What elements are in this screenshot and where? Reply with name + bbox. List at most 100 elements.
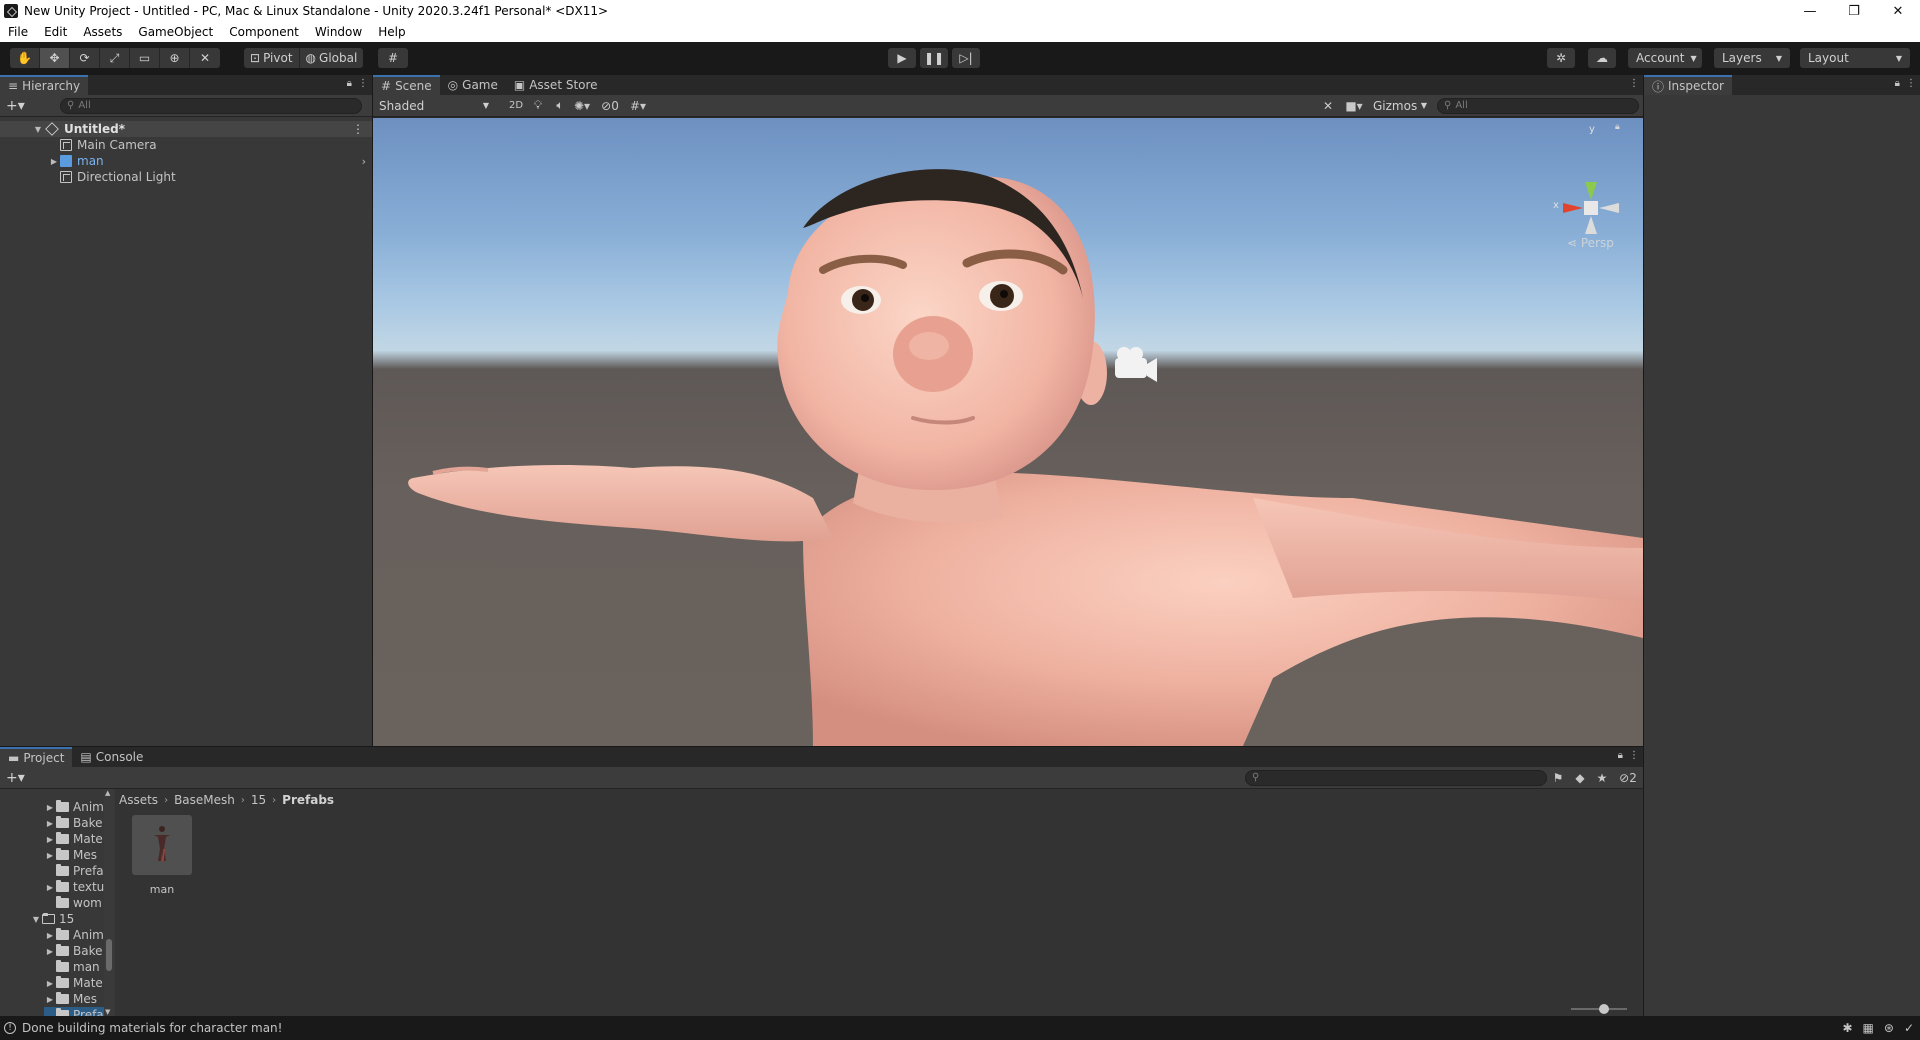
menu-assets[interactable]: Assets xyxy=(75,25,130,39)
tab-scene[interactable]: # Scene xyxy=(373,75,440,95)
menu-gameobject[interactable]: GameObject xyxy=(130,25,221,39)
search-by-type-icon[interactable]: ⚑ xyxy=(1547,771,1569,785)
rotate-tool-icon[interactable]: ⟳ xyxy=(70,48,100,68)
collab-icon[interactable]: ✲ xyxy=(1547,48,1575,68)
expand-caret-icon[interactable]: ▶ xyxy=(44,979,56,988)
custom-tool-icon[interactable]: ✕ xyxy=(190,48,220,68)
hidden-objects-toggle[interactable]: ⊘0 xyxy=(593,99,627,113)
expand-caret-icon[interactable]: ▶ xyxy=(44,883,56,892)
breadcrumb-15[interactable]: 15 xyxy=(251,793,266,807)
slider-knob[interactable] xyxy=(1599,1004,1609,1014)
gizmos-dropdown[interactable]: Gizmos ▼ xyxy=(1369,96,1431,115)
scene-search-input[interactable]: ⚲ All xyxy=(1437,97,1639,114)
pivot-toggle[interactable]: ⊡ Pivot xyxy=(244,48,300,68)
scene-root-row[interactable]: ▼ Untitled* ⋮ xyxy=(0,121,372,137)
kebab-menu-icon[interactable]: ⋮ xyxy=(1629,78,1639,89)
hierarchy-search-input[interactable]: ⚲ All xyxy=(60,97,362,114)
layers-dropdown[interactable]: Layers ▼ xyxy=(1714,48,1790,68)
gizmo-lock-icon[interactable]: 🔒︎ xyxy=(1615,122,1620,132)
account-dropdown[interactable]: Account ▼ xyxy=(1628,48,1702,68)
cache-server-icon[interactable]: ▦ xyxy=(1863,1021,1874,1035)
play-button-icon[interactable]: ▶ xyxy=(888,48,916,68)
favorites-star-icon[interactable]: ★ xyxy=(1591,771,1613,785)
expand-caret-icon[interactable]: ▶ xyxy=(44,995,56,1004)
search-by-label-icon[interactable]: ◆ xyxy=(1569,771,1591,785)
lock-icon[interactable]: 🔒︎ xyxy=(347,78,352,89)
expand-caret-icon[interactable]: ▶ xyxy=(44,835,56,844)
menu-edit[interactable]: Edit xyxy=(36,25,75,39)
folder-tree-scrollbar[interactable]: ▲ ▼ xyxy=(104,789,114,1016)
create-dropdown[interactable]: +▾ xyxy=(0,98,30,114)
scene-viewport[interactable]: y x 🔒︎ ⋖ Persp xyxy=(373,118,1643,746)
tab-console[interactable]: ▤ Console xyxy=(72,747,151,767)
toggle-2d-button[interactable]: 2D xyxy=(505,100,527,111)
scrollbar-thumb[interactable] xyxy=(106,939,112,971)
scale-tool-icon[interactable]: ⤢ xyxy=(100,48,130,68)
tab-asset-store[interactable]: ▣ Asset Store xyxy=(506,75,606,95)
audio-toggle-icon[interactable]: 🔈︎ xyxy=(549,98,571,113)
expand-caret-icon[interactable]: ▶ xyxy=(44,819,56,828)
cloud-icon[interactable]: ☁ xyxy=(1588,48,1616,68)
layout-dropdown[interactable]: Layout ▼ xyxy=(1800,48,1910,68)
debug-bug-icon[interactable]: ✱ xyxy=(1842,1021,1852,1035)
lighting-toggle-icon[interactable]: 💡︎ xyxy=(527,98,549,113)
minimize-button[interactable]: — xyxy=(1788,0,1832,22)
grid-snap-icon[interactable]: # xyxy=(378,48,408,68)
shading-mode-dropdown[interactable]: Shaded ▼ xyxy=(375,96,493,115)
expand-caret-icon[interactable]: ▶ xyxy=(44,803,56,812)
menu-component[interactable]: Component xyxy=(221,25,307,39)
maximize-button[interactable]: ❐ xyxy=(1832,0,1876,22)
lock-icon[interactable]: 🔒︎ xyxy=(1895,78,1900,89)
project-search-input[interactable]: ⚲ xyxy=(1245,769,1547,786)
close-button[interactable]: ✕ xyxy=(1876,0,1920,22)
auto-generate-lighting-icon[interactable]: ⊛ xyxy=(1884,1021,1894,1035)
scroll-up-icon[interactable]: ▲ xyxy=(105,789,110,797)
tools-icon[interactable]: ✕ xyxy=(1317,99,1339,113)
breadcrumb-basemesh[interactable]: BaseMesh xyxy=(174,793,235,807)
rect-tool-icon[interactable]: ▭ xyxy=(130,48,160,68)
expand-caret-icon[interactable]: ▼ xyxy=(32,125,44,134)
asset-thumbnail-man[interactable] xyxy=(132,815,192,875)
expand-caret-icon[interactable]: ▶ xyxy=(44,931,56,940)
breadcrumb-prefabs[interactable]: Prefabs xyxy=(282,793,334,807)
kebab-menu-icon[interactable]: ⋮ xyxy=(1906,78,1916,89)
lock-icon[interactable]: 🔒︎ xyxy=(1618,750,1623,761)
hierarchy-item-man[interactable]: ▶ man › xyxy=(0,153,372,169)
grid-toggle-icon[interactable]: #▾ xyxy=(627,99,649,113)
camera-settings-icon[interactable]: ■▾ xyxy=(1339,99,1369,113)
effects-toggle-icon[interactable]: ✺▾ xyxy=(571,99,593,113)
create-asset-dropdown[interactable]: +▾ xyxy=(0,770,30,786)
tab-game[interactable]: ◎ Game xyxy=(440,75,506,95)
persp-label[interactable]: ⋖ Persp xyxy=(1567,236,1614,250)
folder-item[interactable]: ▼ 15 xyxy=(30,911,113,927)
scene-menu-icon[interactable]: ⋮ xyxy=(352,122,364,136)
expand-caret-icon[interactable]: ▶ xyxy=(44,947,56,956)
tab-hierarchy[interactable]: ≡ Hierarchy xyxy=(0,75,89,95)
tab-inspector[interactable]: ⓘ Inspector xyxy=(1644,75,1732,95)
menu-help[interactable]: Help xyxy=(370,25,413,39)
menu-file[interactable]: File xyxy=(0,25,36,39)
thumbnail-size-slider[interactable] xyxy=(1571,1004,1627,1014)
pause-button-icon[interactable]: ❚❚ xyxy=(920,48,948,68)
scroll-down-icon[interactable]: ▼ xyxy=(105,1008,110,1016)
chevron-right-icon[interactable]: › xyxy=(362,155,366,168)
progress-check-icon[interactable]: ✓ xyxy=(1904,1021,1914,1035)
hierarchy-item-directional-light[interactable]: Directional Light xyxy=(0,169,372,185)
kebab-menu-icon[interactable]: ⋮ xyxy=(1629,750,1639,761)
move-tool-icon[interactable]: ✥ xyxy=(40,48,70,68)
kebab-menu-icon[interactable]: ⋮ xyxy=(358,78,368,89)
status-message[interactable]: Done building materials for character ma… xyxy=(22,1021,282,1035)
menu-window[interactable]: Window xyxy=(307,25,370,39)
expand-caret-icon[interactable]: ▶ xyxy=(44,851,56,860)
expand-caret-icon[interactable]: ▼ xyxy=(30,915,42,924)
asset-label: man xyxy=(149,883,175,896)
hand-tool-icon[interactable]: ✋ xyxy=(10,48,40,68)
step-button-icon[interactable]: ▷| xyxy=(952,48,980,68)
hidden-packages-toggle[interactable]: ⊘2 xyxy=(1613,771,1643,785)
breadcrumb-assets[interactable]: Assets xyxy=(119,793,158,807)
tab-project[interactable]: ▬ Project xyxy=(0,747,73,767)
global-toggle[interactable]: ◍ Global xyxy=(300,48,364,68)
hierarchy-item-main-camera[interactable]: Main Camera xyxy=(0,137,372,153)
expand-caret-icon[interactable]: ▶ xyxy=(48,157,60,166)
transform-tool-icon[interactable]: ⊕ xyxy=(160,48,190,68)
